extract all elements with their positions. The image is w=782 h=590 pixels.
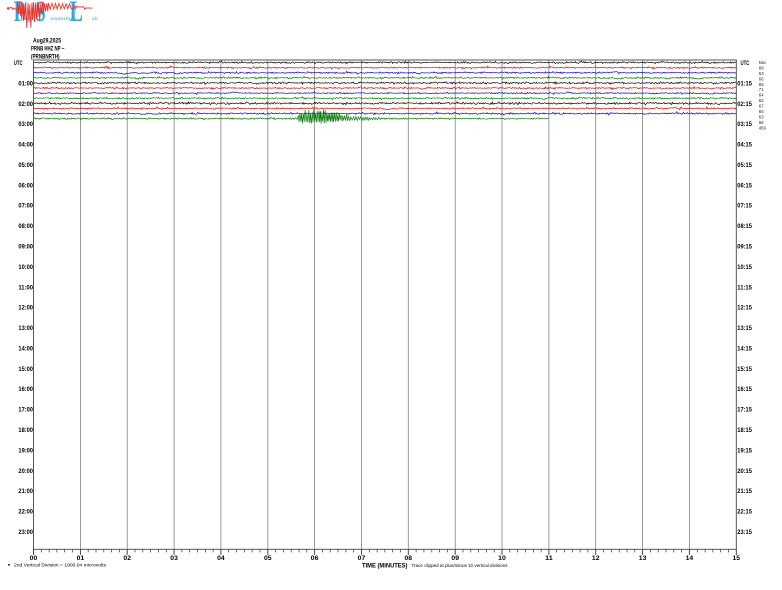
svg-text:65: 65 <box>759 82 764 87</box>
svg-text:02: 02 <box>123 555 131 562</box>
svg-text:20:15: 20:15 <box>737 468 752 475</box>
svg-text:04:15: 04:15 <box>737 142 752 149</box>
svg-text:23:00: 23:00 <box>18 529 33 536</box>
svg-text:12:00: 12:00 <box>18 305 33 312</box>
svg-text:11:00: 11:00 <box>18 284 33 291</box>
svg-text:09:00: 09:00 <box>18 244 33 251</box>
svg-text:14:00: 14:00 <box>18 345 33 352</box>
svg-text:03: 03 <box>170 555 178 562</box>
svg-text:03:15: 03:15 <box>737 121 752 128</box>
svg-text:14:15: 14:15 <box>737 345 752 352</box>
svg-text:66: 66 <box>759 120 764 125</box>
svg-text:18:00: 18:00 <box>18 427 33 434</box>
svg-text:02:00: 02:00 <box>18 101 33 108</box>
svg-text:64: 64 <box>759 93 764 98</box>
svg-text:19:15: 19:15 <box>737 447 752 454</box>
svg-text:17:00: 17:00 <box>18 407 33 414</box>
svg-text:PRNB HHZ NP --: PRNB HHZ NP -- <box>31 46 65 53</box>
svg-text:05:00: 05:00 <box>18 162 33 169</box>
svg-text:10:00: 10:00 <box>18 264 33 271</box>
svg-text:14: 14 <box>686 555 694 562</box>
svg-text:UTC: UTC <box>741 60 750 67</box>
svg-text:63: 63 <box>759 115 764 120</box>
svg-text:10:15: 10:15 <box>737 264 752 271</box>
svg-text:63: 63 <box>759 71 764 76</box>
svg-text:09:15: 09:15 <box>737 244 752 251</box>
svg-text:08: 08 <box>405 555 413 562</box>
svg-text:06:15: 06:15 <box>737 182 752 189</box>
svg-text:02:15: 02:15 <box>737 101 752 108</box>
svg-text:Trace clipped at plus/minus 10: Trace clipped at plus/minus 10 vertical … <box>412 563 509 569</box>
svg-text:05:15: 05:15 <box>737 162 752 169</box>
svg-text:08:00: 08:00 <box>18 223 33 230</box>
svg-text:Max: Max <box>759 60 767 65</box>
svg-text:16:00: 16:00 <box>18 386 33 393</box>
svg-text:62: 62 <box>759 98 764 103</box>
svg-text:21:15: 21:15 <box>737 488 752 495</box>
svg-text:13:00: 13:00 <box>18 325 33 332</box>
svg-text:07: 07 <box>358 555 366 562</box>
svg-text:01: 01 <box>77 555 85 562</box>
svg-text:16:15: 16:15 <box>737 386 752 393</box>
svg-text:03:00: 03:00 <box>18 121 33 128</box>
svg-text:07:00: 07:00 <box>18 203 33 210</box>
svg-text:05: 05 <box>264 555 272 562</box>
svg-text:UTC: UTC <box>14 60 23 67</box>
svg-text:00: 00 <box>30 555 38 562</box>
svg-text:18:15: 18:15 <box>737 427 752 434</box>
svg-text:68: 68 <box>759 66 764 71</box>
svg-text:17:15: 17:15 <box>737 407 752 414</box>
svg-text:67: 67 <box>759 104 764 109</box>
svg-text:08:15: 08:15 <box>737 223 752 230</box>
svg-text:20:00: 20:00 <box>18 468 33 475</box>
svg-text:19:00: 19:00 <box>18 447 33 454</box>
svg-text:L: L <box>70 0 83 28</box>
svg-text:15: 15 <box>733 555 741 562</box>
svg-text:01:00: 01:00 <box>18 80 33 87</box>
svg-text:04:00: 04:00 <box>18 142 33 149</box>
svg-text:459: 459 <box>759 125 767 130</box>
svg-text:06: 06 <box>311 555 319 562</box>
svg-text:11:15: 11:15 <box>737 284 752 291</box>
svg-text:04: 04 <box>217 555 225 562</box>
svg-text:10: 10 <box>498 555 506 562</box>
svg-text:23:15: 23:15 <box>737 529 752 536</box>
svg-text:13:15: 13:15 <box>737 325 752 332</box>
svg-text:13: 13 <box>639 555 647 562</box>
svg-text:15:00: 15:00 <box>18 366 33 373</box>
svg-text:01:15: 01:15 <box>737 80 752 87</box>
svg-text:21:00: 21:00 <box>18 488 33 495</box>
svg-text:07:15: 07:15 <box>737 203 752 210</box>
svg-text:Aug29,2025: Aug29,2025 <box>33 38 61 45</box>
svg-text:09: 09 <box>451 555 459 562</box>
svg-text:TIME (MINUTES): TIME (MINUTES) <box>362 562 408 569</box>
svg-text:ab: ab <box>92 16 98 22</box>
svg-text:15:15: 15:15 <box>737 366 752 373</box>
svg-text:06:00: 06:00 <box>18 182 33 189</box>
svg-text:12: 12 <box>592 555 600 562</box>
svg-text:12:15: 12:15 <box>737 305 752 312</box>
svg-text:65: 65 <box>759 109 764 114</box>
svg-text:eismology: eismology <box>51 16 77 22</box>
svg-text:66: 66 <box>759 76 764 81</box>
svg-text:22:00: 22:00 <box>18 509 33 516</box>
svg-text:71: 71 <box>759 87 764 92</box>
svg-text:22:15: 22:15 <box>737 509 752 516</box>
svg-text:(PRNBNRTH): (PRNBNRTH) <box>31 54 60 61</box>
svg-text:2nd Vertical Division = 1900.0: 2nd Vertical Division = 1900.04 microvol… <box>14 563 107 569</box>
svg-text:11: 11 <box>545 555 553 562</box>
